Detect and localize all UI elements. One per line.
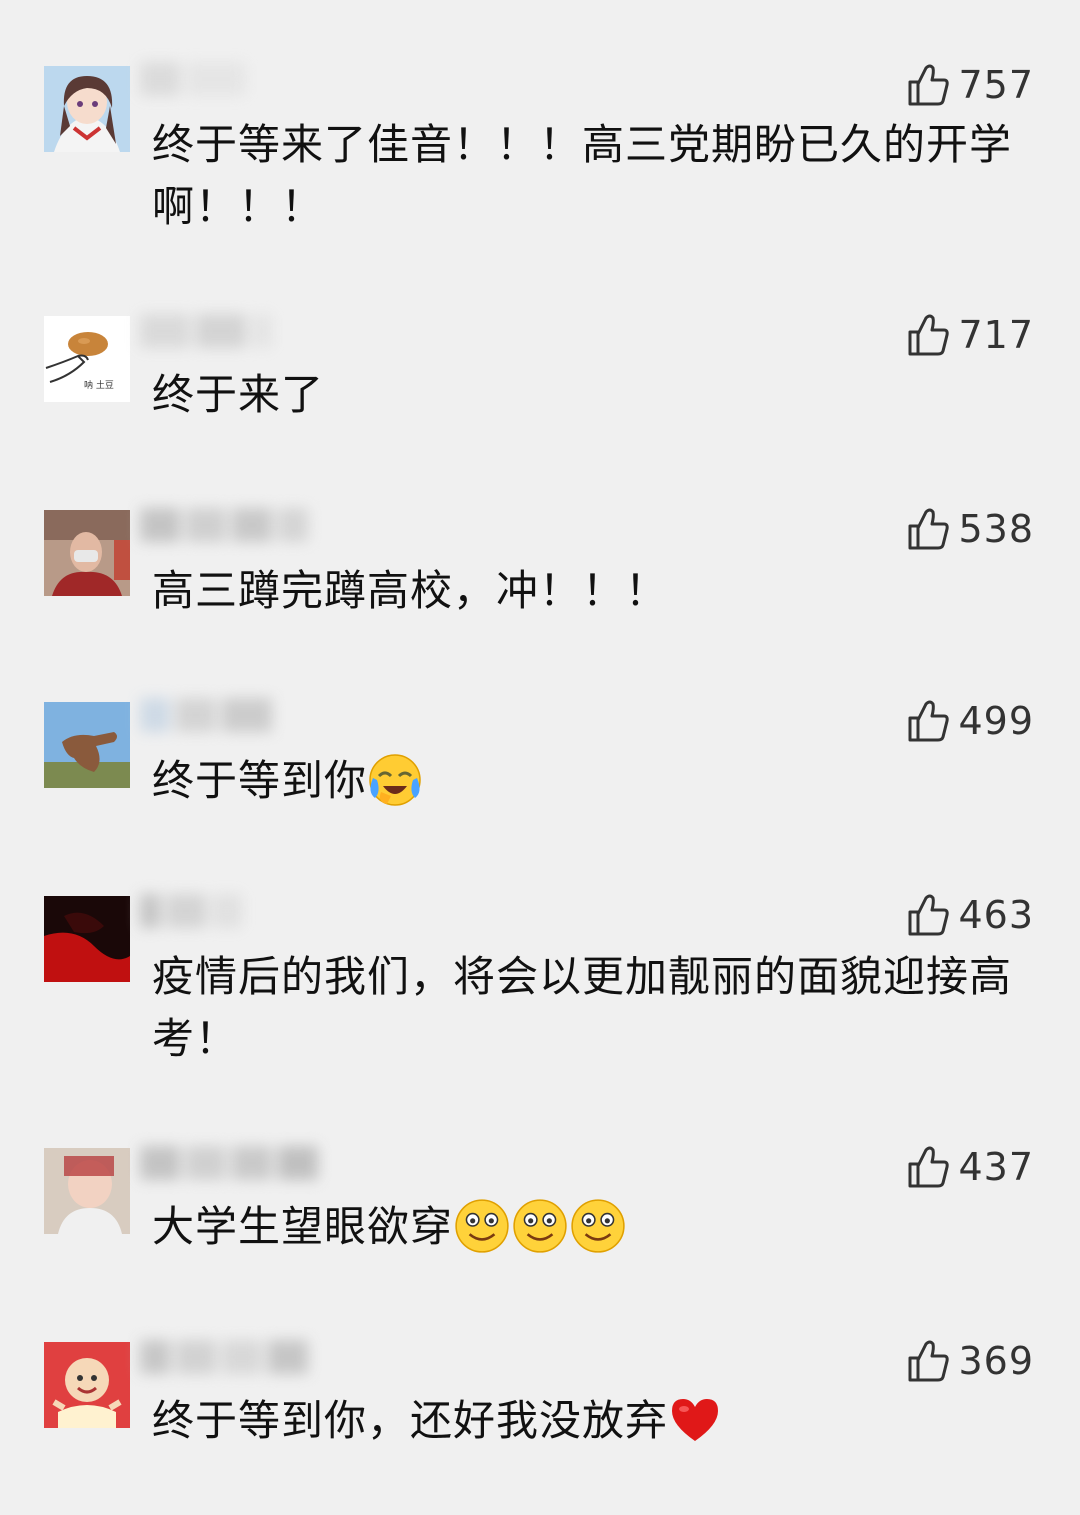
like-button[interactable]: 499 bbox=[906, 696, 1034, 746]
username-blurred[interactable] bbox=[140, 1340, 314, 1380]
thumbs-up-icon bbox=[908, 508, 950, 550]
like-button[interactable]: 369 bbox=[906, 1336, 1034, 1386]
like-count: 437 bbox=[958, 1145, 1034, 1189]
comment-text: 高三蹲完蹲高校，冲！！！ bbox=[152, 560, 1012, 622]
like-button[interactable]: 463 bbox=[906, 890, 1034, 940]
like-count: 499 bbox=[958, 699, 1034, 743]
comment-text: 终于等到你，还好我没放弃 bbox=[152, 1390, 1012, 1452]
username-blurred[interactable] bbox=[140, 894, 248, 934]
crying-laughing-emoji-icon bbox=[369, 753, 421, 806]
thumbs-up-icon bbox=[908, 1146, 950, 1188]
comment-text: 大学生望眼欲穿 bbox=[152, 1196, 1012, 1258]
avatar[interactable] bbox=[44, 66, 130, 152]
username-blurred[interactable] bbox=[140, 698, 278, 738]
comment-text: 终于来了 bbox=[152, 364, 1012, 426]
comment-text-content: 终于来了 bbox=[152, 370, 325, 419]
like-button[interactable]: 717 bbox=[906, 310, 1034, 360]
username-blurred[interactable] bbox=[140, 62, 252, 102]
avatar[interactable] bbox=[44, 1148, 130, 1234]
like-button[interactable]: 538 bbox=[906, 504, 1034, 554]
smiling-face-emoji-icon bbox=[571, 1198, 625, 1253]
red-heart-emoji-icon bbox=[672, 1398, 719, 1441]
comment-text-content: 终于等到你 bbox=[152, 756, 368, 805]
like-count: 757 bbox=[958, 63, 1034, 107]
username-blurred[interactable] bbox=[140, 508, 314, 548]
comment-text-content: 终于等来了佳音！！！高三党期盼已久的开学啊！！！ bbox=[152, 120, 1013, 231]
comment-text: 终于等来了佳音！！！高三党期盼已久的开学啊！！！ bbox=[152, 114, 1012, 238]
thumbs-up-icon bbox=[908, 700, 950, 742]
comment-text: 终于等到你 bbox=[152, 750, 1012, 812]
username-blurred[interactable] bbox=[140, 314, 278, 354]
comment-text-content: 高三蹲完蹲高校，冲！！！ bbox=[152, 566, 669, 615]
avatar[interactable] bbox=[44, 510, 130, 596]
thumbs-up-icon bbox=[908, 64, 950, 106]
thumbs-up-icon bbox=[908, 894, 950, 936]
avatar[interactable]: 呐 土豆 bbox=[44, 316, 130, 402]
smiling-face-emoji-icon bbox=[513, 1198, 567, 1253]
like-button[interactable]: 437 bbox=[906, 1142, 1034, 1192]
avatar[interactable] bbox=[44, 702, 130, 788]
like-count: 463 bbox=[958, 893, 1034, 937]
thumbs-up-icon bbox=[908, 1340, 950, 1382]
like-count: 717 bbox=[958, 313, 1034, 357]
like-count: 538 bbox=[958, 507, 1034, 551]
username-blurred[interactable] bbox=[140, 1146, 324, 1186]
comment-text-content: 大学生望眼欲穿 bbox=[152, 1202, 454, 1251]
avatar[interactable] bbox=[44, 896, 130, 982]
avatar[interactable] bbox=[44, 1342, 130, 1428]
avatar-caption: 呐 土豆 bbox=[84, 379, 114, 391]
comment-text-content: 终于等到你，还好我没放弃 bbox=[152, 1396, 669, 1445]
like-button[interactable]: 757 bbox=[906, 60, 1034, 110]
thumbs-up-icon bbox=[908, 314, 950, 356]
like-count: 369 bbox=[958, 1339, 1034, 1383]
comment-text: 疫情后的我们，将会以更加靓丽的面貌迎接高考！ bbox=[152, 946, 1012, 1070]
comment-text-content: 疫情后的我们，将会以更加靓丽的面貌迎接高考！ bbox=[152, 952, 1013, 1063]
smiling-face-emoji-icon bbox=[455, 1198, 509, 1253]
